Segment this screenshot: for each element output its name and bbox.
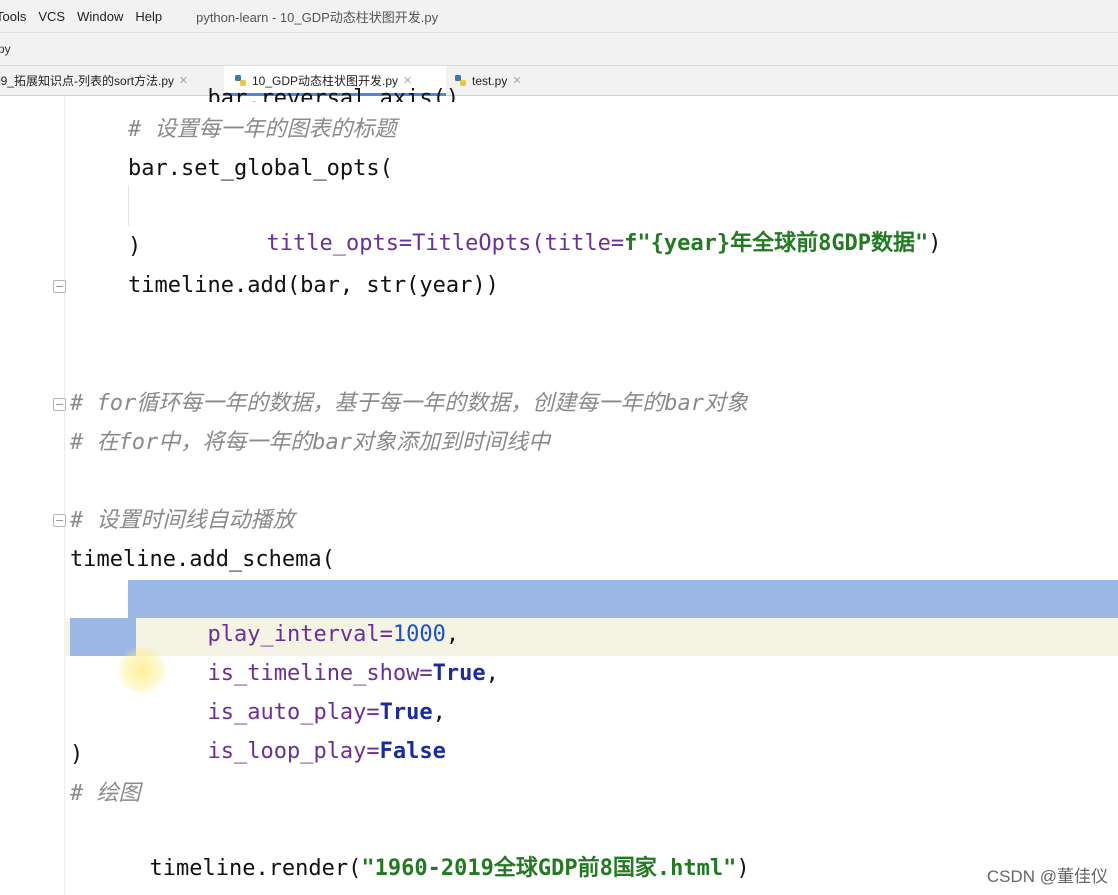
code-line: title_opts=TitleOpts(title=f"{year}年全球前8… [187, 190, 941, 256]
code-comment: # for循环每一年的数据，基于每一年的数据，创建每一年的bar对象 [70, 391, 748, 416]
code-token: ) [736, 856, 750, 881]
tab-label: test.py [472, 73, 508, 88]
indent-guide [128, 186, 129, 226]
editor-gutter [0, 96, 65, 895]
code-line: timeline.render("1960-2019全球GDP前8国家.html… [70, 815, 749, 881]
code-string: "1960-2019全球GDP前8国家.html" [361, 856, 737, 881]
code-line: is_loop_play=False [128, 698, 445, 764]
ide-window: Tools VCS Window Help python-learn - 10_… [0, 0, 1118, 895]
menu-bar: Tools VCS Window Help python-learn - 10_… [0, 0, 1118, 33]
menu-vcs[interactable]: VCS [38, 9, 65, 24]
code-comment: # 绘图 [70, 781, 141, 806]
code-string: f"{year}年全球前8GDP数据" [624, 231, 929, 256]
code-line: bar.set_global_opts( [128, 156, 393, 181]
code-line: timeline.add_schema( [70, 547, 335, 572]
code-comment: # 在for中，将每一年的bar对象添加到时间线中 [70, 430, 550, 455]
menu-tools[interactable]: Tools [0, 9, 26, 24]
menu-window[interactable]: Window [77, 9, 123, 24]
code-token: ) [928, 231, 942, 256]
code-line: ) [70, 742, 84, 767]
menu-help[interactable]: Help [135, 9, 162, 24]
code-token: , [485, 661, 499, 686]
code-line: is_timeline_show=True, [128, 620, 498, 686]
breadcrumb-item[interactable]: py [0, 42, 11, 56]
code-comment: # 设置时间线自动播放 [70, 508, 295, 533]
code-comment: # 设置每一年的图表的标题 [128, 117, 397, 142]
fold-marker-icon[interactable] [53, 514, 66, 527]
code-line: play_interval=1000, [128, 581, 459, 647]
code-line: timeline.add(bar, str(year)) [128, 273, 499, 298]
watermark: CSDN @董佳仪 [986, 867, 1108, 886]
fold-marker-icon[interactable] [53, 280, 66, 293]
fold-marker-icon[interactable] [53, 398, 66, 411]
code-editor[interactable]: bar.reversal_axis() # 设置每一年的图表的标题 bar.se… [0, 88, 1118, 895]
close-icon[interactable]: ✕ [512, 74, 521, 87]
code-line: ) [128, 234, 142, 259]
code-token: title_opts=TitleOpts(title= [266, 231, 625, 256]
code-token: is_loop_play= [207, 739, 380, 764]
window-title: python-learn - 10_GDP动态柱状图开发.py [196, 9, 439, 25]
code-line: is_auto_play=True, [128, 659, 445, 725]
code-line: bar.reversal_axis() [207, 86, 460, 103]
code-token: timeline.render( [149, 856, 362, 881]
breadcrumb: py [0, 33, 1118, 66]
code-keyword: False [379, 739, 446, 764]
